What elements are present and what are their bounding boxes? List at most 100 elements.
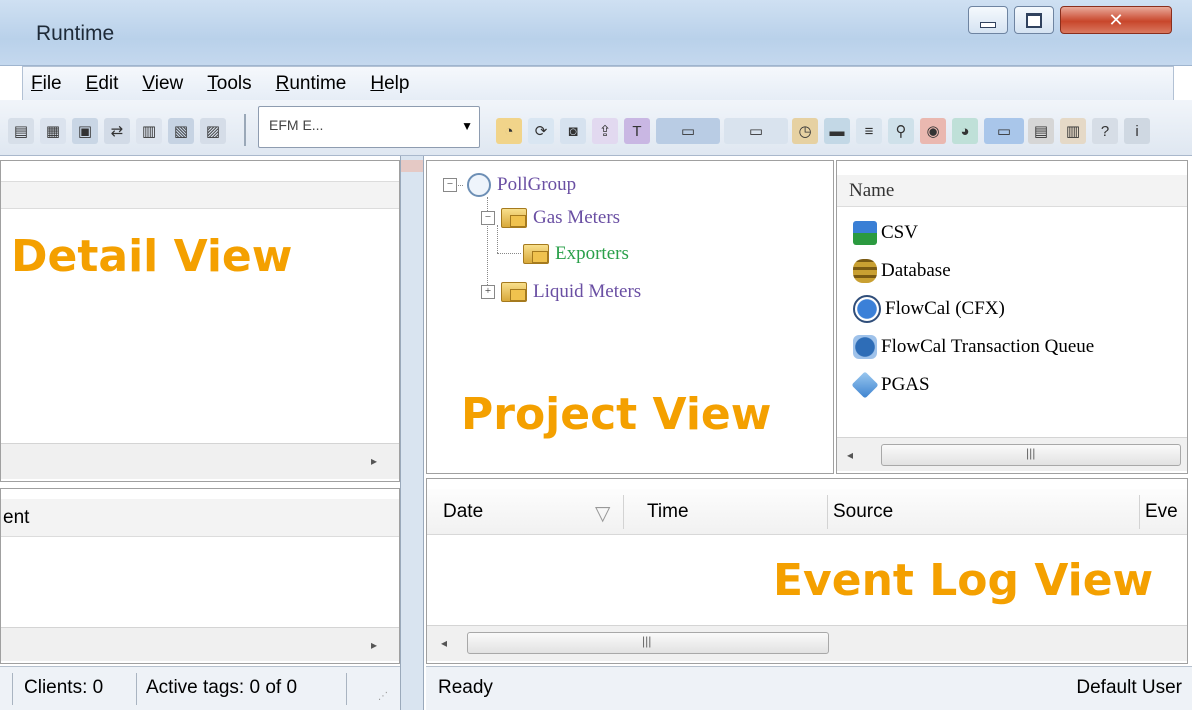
menu-file-label: ile (42, 72, 62, 94)
help-icon[interactable]: ? (1092, 118, 1118, 144)
disk-icon[interactable]: ▨ (200, 118, 226, 144)
resize-grip-icon[interactable]: ⋰ (378, 691, 388, 702)
exporter-flowcal-queue[interactable]: FlowCal Transaction Queue (853, 331, 1094, 363)
tag-list-icon[interactable]: ▭ (656, 118, 720, 144)
scroll-right-icon[interactable]: ▸ (371, 454, 377, 468)
tree-label-liquid-meters: Liquid Meters (533, 281, 642, 302)
properties-icon[interactable]: ▧ (168, 118, 194, 144)
status-divider (346, 673, 347, 705)
exporters-header[interactable]: Name (837, 175, 1187, 207)
report-icon[interactable]: ▥ (1060, 118, 1086, 144)
tree-line (497, 225, 498, 253)
menu-file[interactable]: File (31, 71, 62, 97)
column-divider (1139, 495, 1140, 529)
database-icon[interactable]: ◙ (560, 118, 586, 144)
project-view-label: Project View (461, 389, 772, 440)
new-icon[interactable]: ▤ (8, 118, 34, 144)
exporters-scrollbar[interactable]: ◂ ||| (837, 437, 1187, 471)
flowcal-icon (853, 295, 881, 323)
tree-label-pollgroup: PollGroup (497, 174, 577, 195)
detail-header (1, 181, 399, 209)
collapse-icon[interactable]: − (443, 178, 457, 192)
tree-node-exporters[interactable]: Exporters (523, 243, 629, 265)
tag-icon[interactable]: T (624, 118, 650, 144)
title-bar: Runtime ✕ (0, 0, 1192, 66)
scroll-left-icon[interactable]: ◂ (441, 636, 447, 650)
menu-edit-mnemonic: E (85, 72, 99, 94)
info-icon[interactable]: i (1124, 118, 1150, 144)
date-column-header[interactable]: Date (443, 501, 483, 523)
event-column-header[interactable]: ent (3, 507, 29, 529)
status-icon[interactable]: ▭ (724, 118, 788, 144)
open-icon[interactable]: ▦ (40, 118, 66, 144)
print-icon[interactable]: ▥ (136, 118, 162, 144)
menu-view[interactable]: View (142, 71, 183, 97)
pgas-icon (851, 371, 879, 399)
scroll-left-icon[interactable]: ◂ (847, 448, 853, 462)
toolbar-separator (244, 114, 246, 146)
scroll-thumb[interactable]: ||| (881, 444, 1181, 466)
detail-scrollbar[interactable]: ▸ (1, 443, 399, 479)
search-icon[interactable]: ⚲ (888, 118, 914, 144)
menu-view-mnemonic: V (142, 72, 155, 94)
folder-icon (523, 244, 549, 264)
csv-icon[interactable]: ▭ (984, 118, 1024, 144)
print-report-icon[interactable]: ▤ (1028, 118, 1054, 144)
minimize-icon (980, 22, 996, 28)
vertical-splitter[interactable] (400, 156, 424, 710)
folder-icon[interactable]: ◔ (496, 118, 522, 144)
schedule-icon[interactable]: ◷ (792, 118, 818, 144)
project-combo-value: EFM E... (269, 117, 324, 133)
menu-file-mnemonic: F (31, 72, 43, 94)
source-column-header[interactable]: Source (833, 501, 893, 523)
column-divider (623, 495, 624, 529)
exporter-label: PGAS (881, 374, 930, 395)
refresh-icon[interactable]: ⟳ (528, 118, 554, 144)
minimize-button[interactable] (968, 6, 1008, 34)
tree-node-liquid-meters[interactable]: + Liquid Meters (481, 281, 641, 303)
expand-icon[interactable]: + (481, 285, 495, 299)
menu-runtime[interactable]: Runtime (276, 71, 347, 97)
chevron-down-icon: ▼ (461, 119, 473, 133)
detail-view: Detail View ▸ (0, 160, 400, 482)
event-column-header[interactable]: Eve (1145, 501, 1178, 523)
globe-icon (467, 173, 491, 197)
tree-node-gas-meters[interactable]: − Gas Meters (481, 207, 620, 229)
event-log-scrollbar[interactable]: ◂ ||| (427, 625, 1187, 661)
event-log-view-label: Event Log View (773, 555, 1154, 606)
collapse-icon[interactable]: − (481, 211, 495, 225)
scroll-thumb[interactable]: ||| (467, 632, 829, 654)
menu-tools[interactable]: Tools (207, 71, 251, 97)
event-log-header: Date ▽ Time Source Eve (427, 489, 1187, 535)
scroll-right-icon[interactable]: ▸ (371, 638, 377, 652)
menu-runtime-mnemonic: R (275, 72, 290, 94)
exporter-flowcal-cfx[interactable]: FlowCal (CFX) (853, 293, 1005, 325)
flowcal-icon[interactable]: ◕ (952, 118, 978, 144)
maximize-button[interactable] (1014, 6, 1054, 34)
exporter-csv[interactable]: CSV (853, 217, 918, 249)
view-icon[interactable]: ▬ (824, 118, 850, 144)
column-divider (827, 495, 828, 529)
menu-edit[interactable]: Edit (86, 71, 119, 97)
close-button[interactable]: ✕ (1060, 6, 1172, 34)
status-divider (12, 673, 13, 705)
export-icon[interactable]: ⇪ (592, 118, 618, 144)
project-view: − PollGroup − Gas Meters Exporters + Liq… (426, 160, 834, 474)
menu-help[interactable]: Help (370, 71, 409, 97)
save-icon[interactable]: ▣ (72, 118, 98, 144)
left-event-scrollbar[interactable]: ▸ (1, 627, 399, 661)
active-tags-status: Active tags: 0 of 0 (146, 677, 298, 698)
menu-runtime-label: untime (289, 72, 347, 94)
filter-icon[interactable]: ≡ (856, 118, 882, 144)
exporter-pgas[interactable]: PGAS (851, 369, 930, 401)
splitter-grip (401, 160, 423, 172)
folder-icon (501, 208, 527, 228)
alarm-icon[interactable]: ◉ (920, 118, 946, 144)
project-combo[interactable]: EFM E... ▼ (258, 106, 480, 148)
tree-label-exporters: Exporters (555, 243, 629, 264)
tree-node-pollgroup[interactable]: − PollGroup (443, 173, 576, 197)
status-bar-left: Clients: 0 Active tags: 0 of 0 ⋰ (0, 666, 400, 710)
exporter-database[interactable]: Database (853, 255, 951, 287)
time-column-header[interactable]: Time (647, 501, 689, 523)
connect-icon[interactable]: ⇄ (104, 118, 130, 144)
